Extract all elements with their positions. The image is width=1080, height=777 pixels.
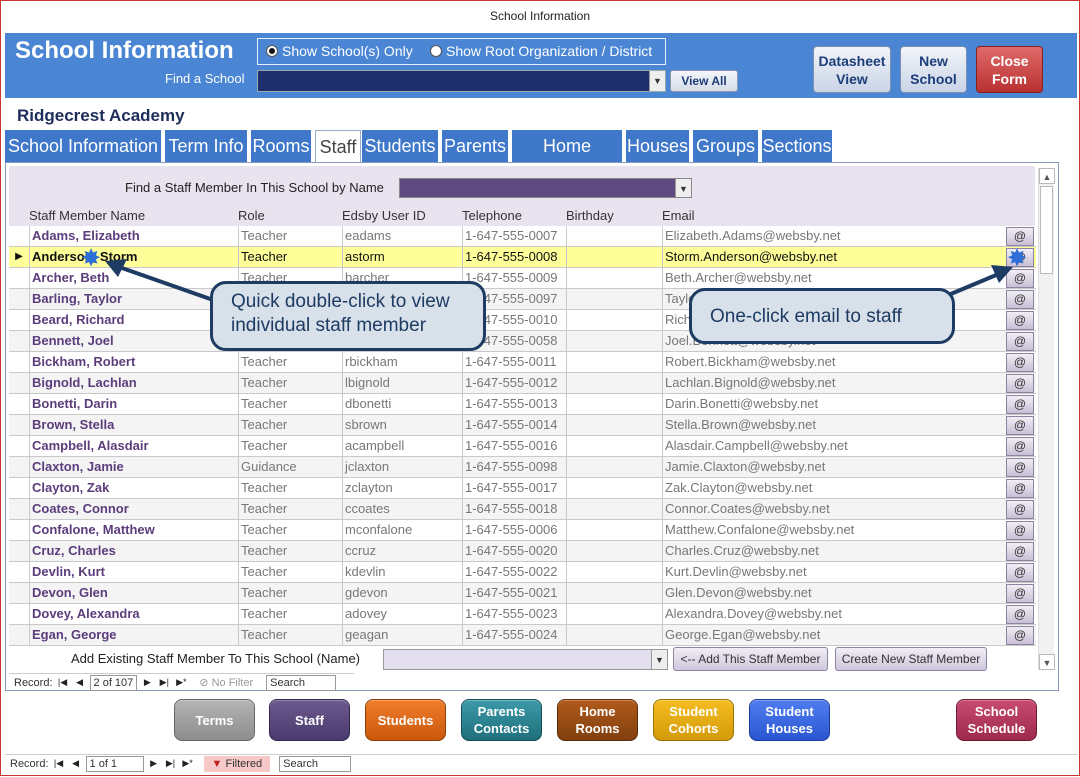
cohorts-label-1: Student	[669, 704, 718, 719]
houses-label-1: Student	[765, 704, 814, 719]
filtered-label: Filtered	[225, 757, 263, 770]
click-burst-icon: ✸	[1007, 245, 1028, 272]
double-click-callout-line-2: individual staff member	[231, 315, 427, 336]
students-button[interactable]: Students	[365, 699, 446, 741]
email-callout-text: One-click email to staff	[710, 306, 902, 327]
filter-icon: ▼	[211, 757, 223, 770]
staff-label: Staff	[295, 712, 324, 728]
email-callout: One-click email to staff	[689, 288, 955, 344]
form-record-navigator: Record: |◀ ◀ 1 of 1 ▶ ▶| ▶* ▼ Filtered S…	[5, 754, 1077, 772]
new-record-icon[interactable]: ▶*	[181, 758, 195, 769]
terms-label: Terms	[195, 712, 234, 728]
callout-arrows	[105, 259, 1013, 303]
first-record-icon[interactable]: |◀	[52, 758, 66, 769]
double-click-callout: Quick double-click to view individual st…	[210, 281, 486, 351]
schedule-label-2: Schedule	[967, 721, 1026, 736]
terms-button[interactable]: Terms	[174, 699, 255, 741]
form-search-box[interactable]: Search	[279, 755, 352, 772]
next-record-icon[interactable]: ▶	[147, 758, 161, 769]
student-cohorts-button[interactable]: Student Cohorts	[653, 699, 734, 741]
form-record-label: Record:	[10, 757, 49, 770]
schedule-label-1: School	[974, 704, 1019, 719]
form-record-number-input[interactable]: 1 of 1	[85, 755, 144, 772]
parents-label-1: Parents	[477, 704, 526, 719]
school-schedule-button[interactable]: School Schedule	[956, 699, 1037, 741]
click-burst-icon: ✸	[81, 245, 102, 272]
parents-contacts-button[interactable]: Parents Contacts	[461, 699, 542, 741]
staff-button[interactable]: Staff	[269, 699, 350, 741]
prev-record-icon[interactable]: ◀	[69, 758, 83, 769]
home-rooms-button[interactable]: Home Rooms	[557, 699, 638, 741]
cohorts-label-2: Cohorts	[668, 721, 719, 736]
filtered-indicator[interactable]: ▼ Filtered	[203, 755, 271, 772]
last-record-icon[interactable]: ▶|	[164, 758, 178, 769]
app-window: School Information School Information Sh…	[0, 0, 1080, 776]
home-rooms-label-2: Rooms	[575, 721, 620, 736]
double-click-callout-line-1: Quick double-click to view	[231, 291, 450, 312]
callout-arrow-line-left	[118, 265, 217, 303]
houses-label-2: Houses	[766, 721, 813, 736]
home-rooms-label-1: Home	[579, 704, 616, 719]
student-houses-button[interactable]: Student Houses	[749, 699, 830, 741]
parents-label-2: Contacts	[473, 721, 530, 736]
callout-arrow-line-right	[945, 271, 1002, 298]
students-label: Students	[377, 712, 434, 728]
